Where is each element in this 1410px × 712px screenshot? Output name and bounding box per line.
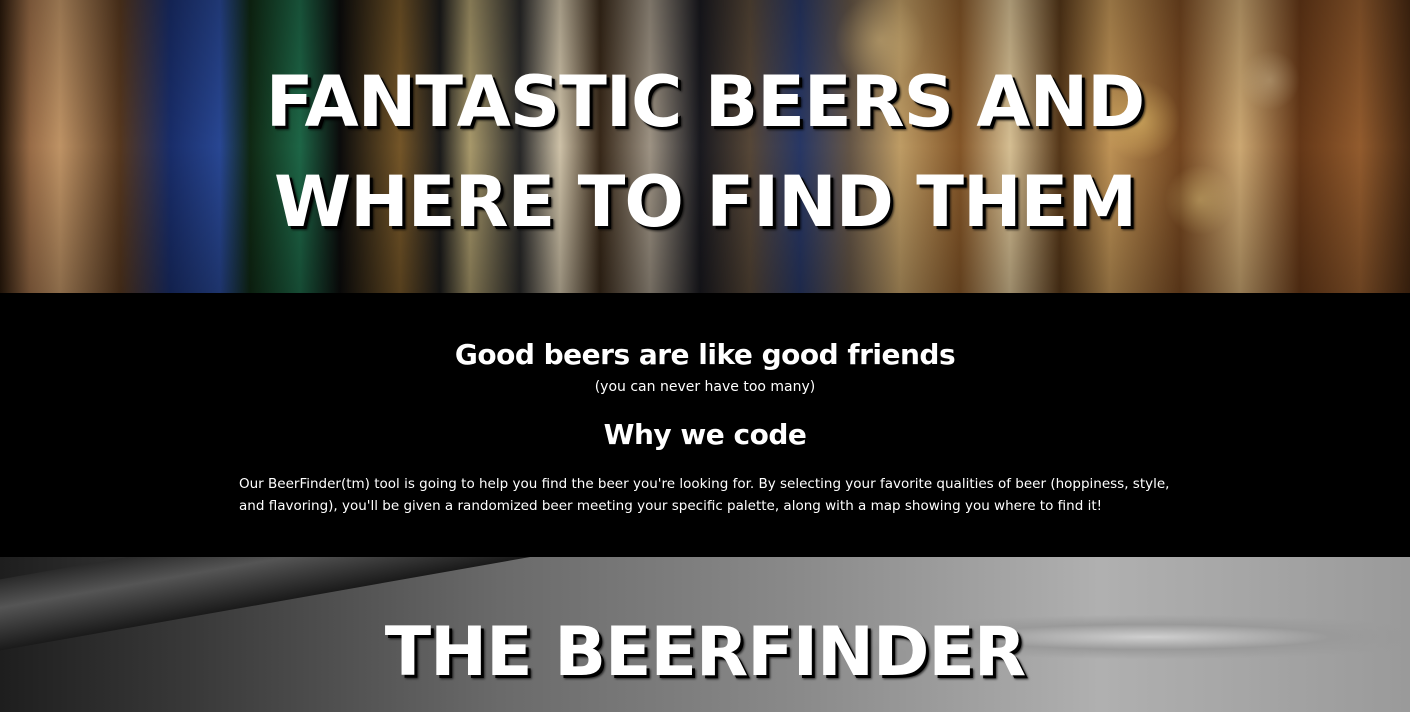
beerfinder-title: THE BEERFINDER xyxy=(384,613,1026,692)
hero-banner: FANTASTIC BEERS AND WHERE TO FIND THEM xyxy=(0,0,1410,293)
why-body-text: Our BeerFinder(tm) tool is going to help… xyxy=(239,476,1170,514)
hero-title-line-2: WHERE TO FIND THEM xyxy=(273,161,1137,243)
hero-title: FANTASTIC BEERS AND WHERE TO FIND THEM xyxy=(0,52,1410,252)
hero-title-line-1: FANTASTIC BEERS AND xyxy=(265,61,1146,143)
about-heading: Good beers are like good friends xyxy=(454,338,956,371)
beerfinder-section: THE BEERFINDER xyxy=(0,557,1410,712)
about-subheading: (you can never have too many) xyxy=(594,379,816,395)
about-section: Good beers are like good friends (you ca… xyxy=(0,293,1410,557)
why-heading: Why we code xyxy=(603,418,807,451)
